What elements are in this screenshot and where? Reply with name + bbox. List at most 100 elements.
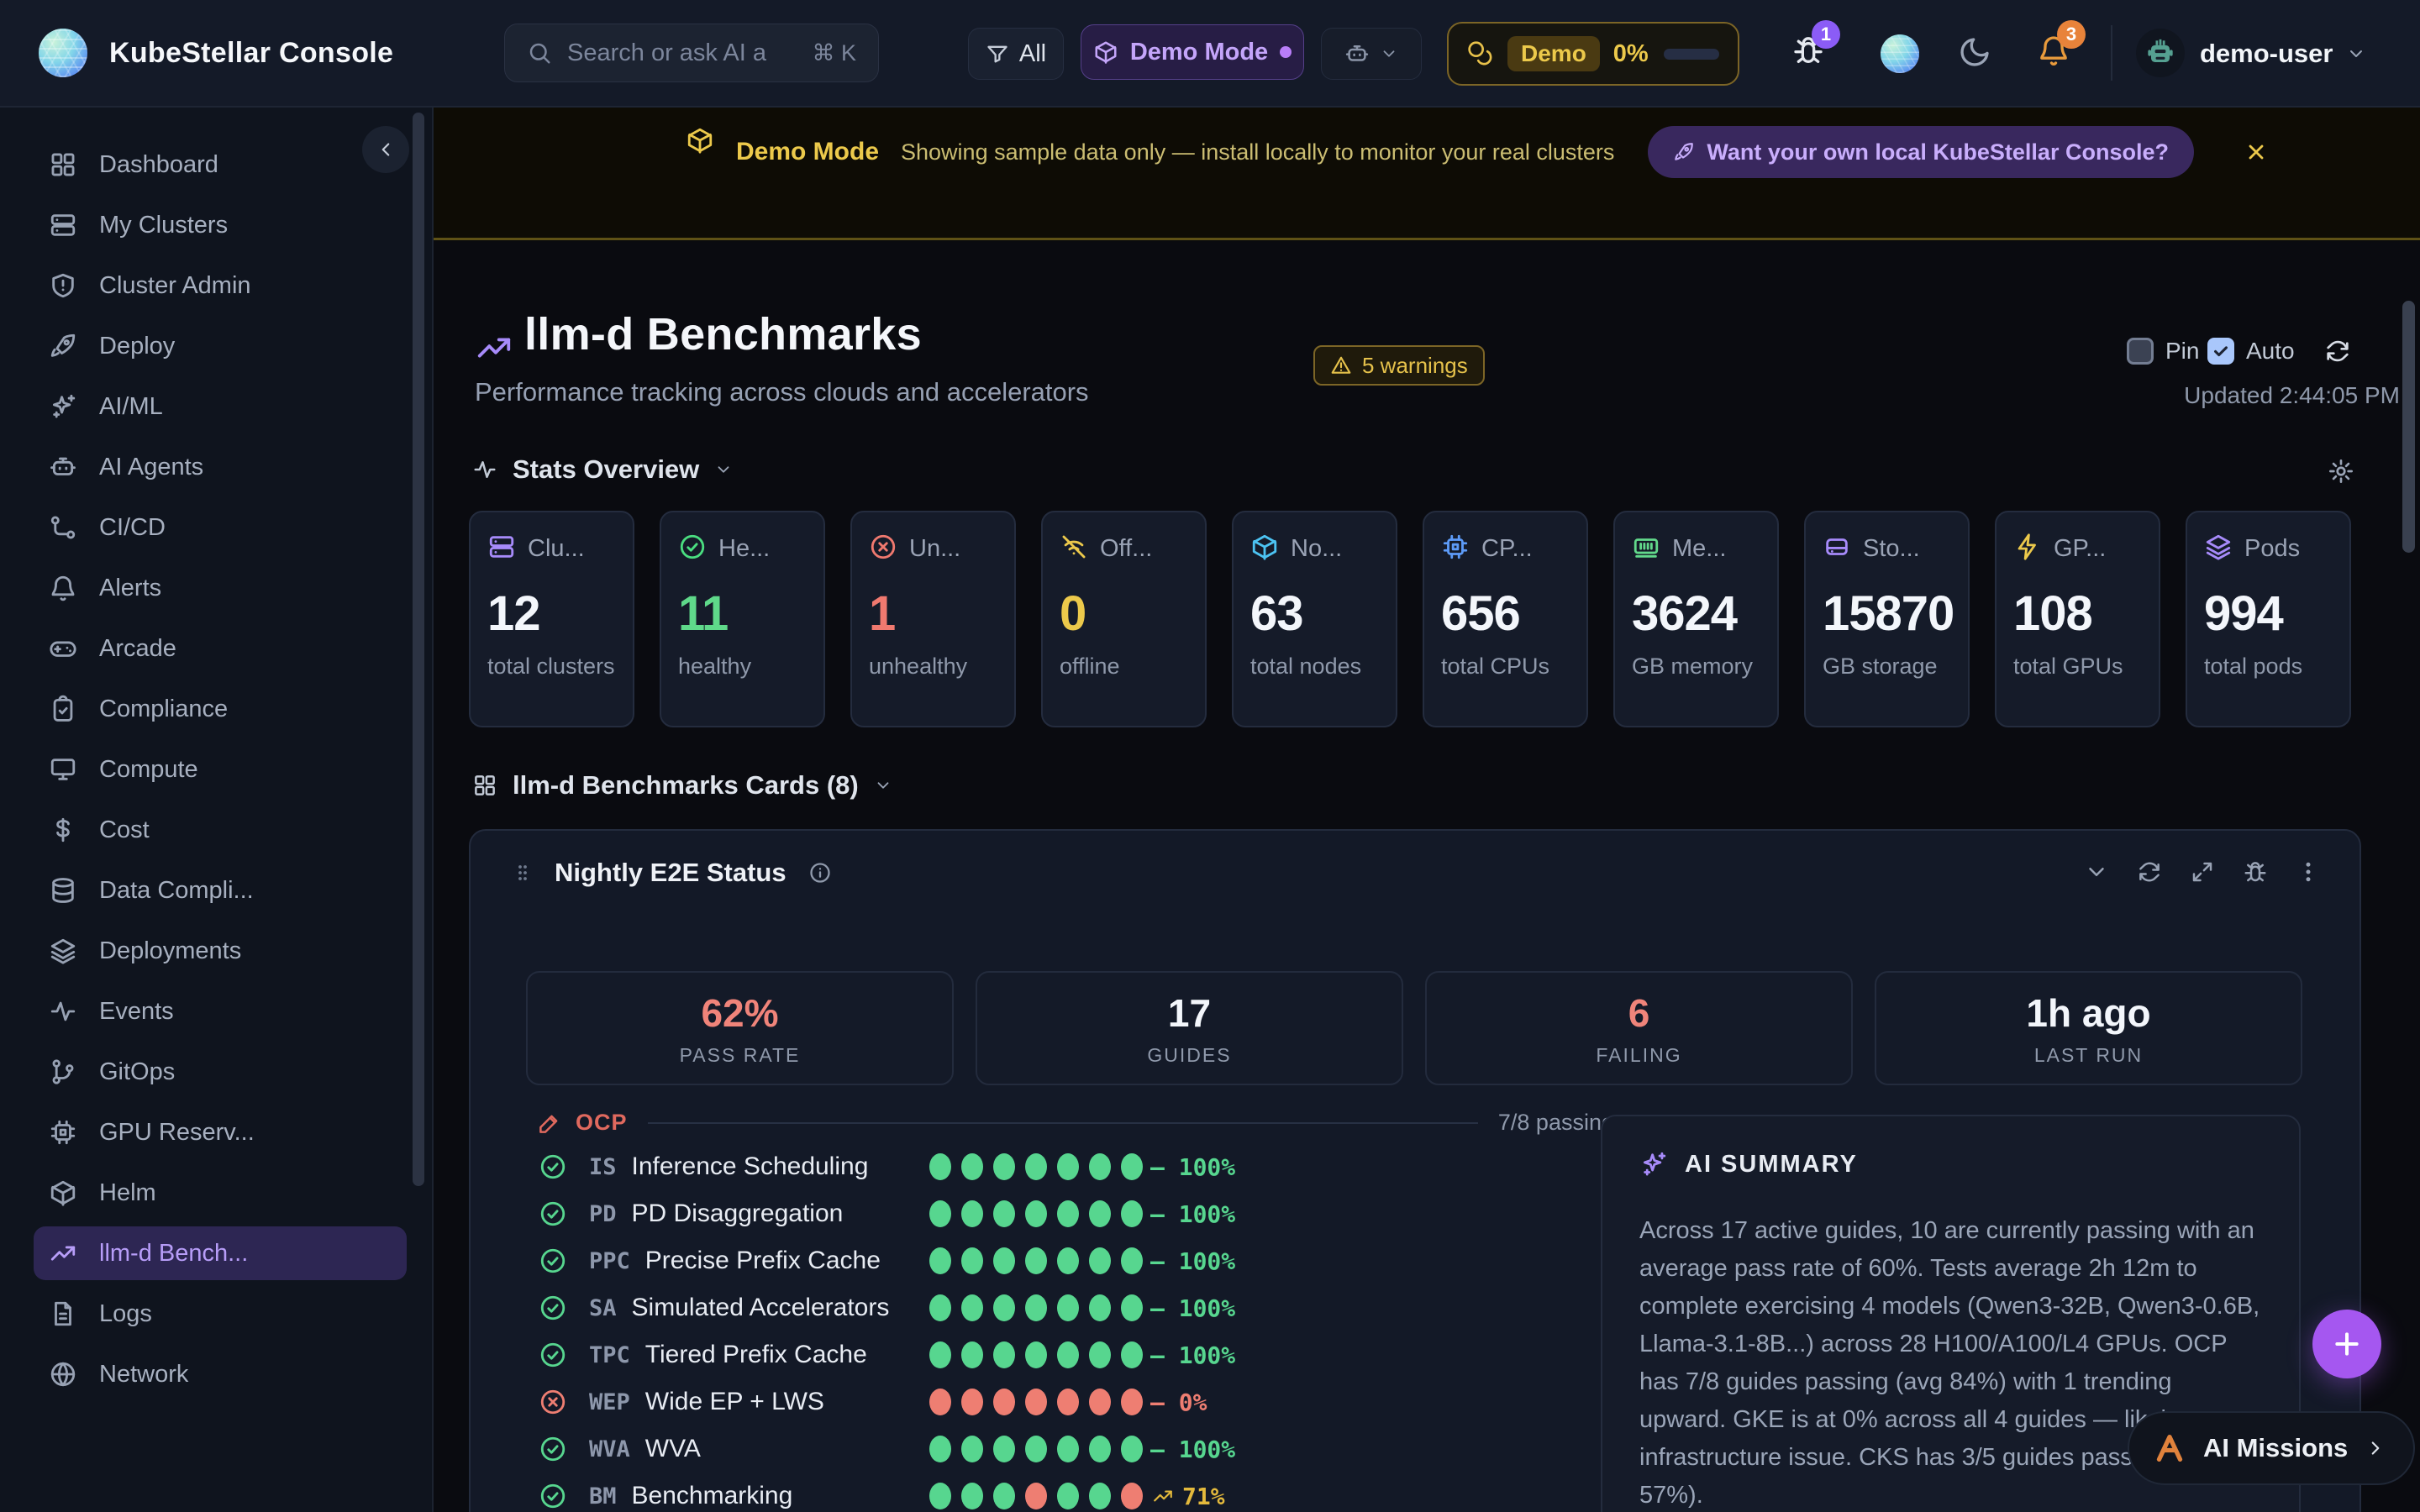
- agent-dropdown[interactable]: [1321, 28, 1422, 80]
- sidebar-scrollbar[interactable]: [413, 113, 424, 1186]
- token-usage-meter[interactable]: Demo 0%: [1447, 22, 1739, 86]
- sidebar-collapse-button[interactable]: [362, 126, 409, 173]
- close-icon: [2244, 140, 2268, 164]
- sidebar-item-cluster-admin[interactable]: Cluster Admin: [34, 259, 407, 312]
- stat-card-healthy[interactable]: He...11healthy: [660, 511, 825, 727]
- refresh-icon[interactable]: [2324, 338, 2351, 365]
- run-dot: [993, 1483, 1015, 1509]
- e2e-card-title: Nightly E2E Status: [555, 858, 786, 888]
- sidebar-item-my-clusters[interactable]: My Clusters: [34, 198, 407, 252]
- guide-row-bm[interactable]: BMBenchmarking71%: [537, 1473, 1621, 1512]
- sidebar-item-dashboard[interactable]: Dashboard: [34, 138, 407, 192]
- trending-up-icon: [1152, 1485, 1174, 1507]
- sidebar-item-events[interactable]: Events: [34, 984, 407, 1038]
- sidebar-item-cost[interactable]: Cost: [34, 803, 407, 857]
- guide-row-wva[interactable]: WVAWVA– 100%: [537, 1425, 1621, 1473]
- collapse-card-icon[interactable]: [2084, 859, 2109, 885]
- sidebar-item-gitops[interactable]: GitOps: [34, 1045, 407, 1099]
- run-dot: [993, 1153, 1015, 1180]
- pin-checkbox[interactable]: Pin: [2127, 338, 2199, 365]
- demo-mode-toggle[interactable]: Demo Mode: [1081, 24, 1304, 80]
- pin-checkbox-box[interactable]: [2127, 338, 2154, 365]
- filter-all-button[interactable]: All: [968, 28, 1064, 80]
- sidebar-item-label: My Clusters: [99, 212, 228, 239]
- sidebar-item-arcade[interactable]: Arcade: [34, 622, 407, 675]
- user-menu[interactable]: demo-user: [2200, 39, 2333, 69]
- file-text-icon: [49, 1299, 77, 1328]
- sidebar-item-network[interactable]: Network: [34, 1347, 407, 1401]
- guide-name: WVA: [645, 1435, 701, 1463]
- guide-row-tpc[interactable]: TPCTiered Prefix Cache– 100%: [537, 1331, 1621, 1378]
- sidebar-item-ai-agents[interactable]: AI Agents: [34, 440, 407, 494]
- kubestellar-mini-logo[interactable]: [1881, 34, 1919, 73]
- check-circle-icon: [539, 1435, 567, 1463]
- sidebar-item-ci-cd[interactable]: CI/CD: [34, 501, 407, 554]
- guide-name: Tiered Prefix Cache: [645, 1341, 867, 1369]
- stat-card-total-pods[interactable]: Pods994total pods: [2186, 511, 2351, 727]
- guide-row-wep[interactable]: WEPWide EP + LWS– 0%: [537, 1378, 1621, 1425]
- banner-cta-button[interactable]: Want your own local KubeStellar Console?: [1648, 126, 2194, 178]
- auto-checkbox[interactable]: Auto: [2207, 338, 2295, 365]
- sidebar-item-data-compli[interactable]: Data Compli...: [34, 864, 407, 917]
- stat-card-label: CP...: [1481, 535, 1533, 563]
- rocket-icon: [1673, 141, 1695, 163]
- gear-icon[interactable]: [2328, 458, 2354, 485]
- sidebar-item-gpu-reserv[interactable]: GPU Reserv...: [34, 1105, 407, 1159]
- benchmarks-cards-header[interactable]: llm-d Benchmarks Cards (8): [472, 770, 892, 801]
- drag-handle-icon[interactable]: [513, 858, 533, 887]
- expand-card-icon[interactable]: [2190, 859, 2215, 885]
- more-options-icon[interactable]: [2296, 859, 2321, 885]
- sidebar-item-logs[interactable]: Logs: [34, 1287, 407, 1341]
- stat-card-total-nodes[interactable]: No...63total nodes: [1232, 511, 1397, 727]
- theme-toggle-button[interactable]: [1958, 35, 1991, 69]
- banner-close-button[interactable]: [2244, 126, 2268, 178]
- stat-card-total-clusters[interactable]: Clu...12total clusters: [469, 511, 634, 727]
- info-icon[interactable]: [808, 861, 832, 885]
- stat-card-gb-storage[interactable]: Sto...15870GB storage: [1804, 511, 1970, 727]
- box-icon: [686, 126, 714, 155]
- refresh-card-icon[interactable]: [2137, 859, 2162, 885]
- run-dot: [1025, 1247, 1047, 1274]
- page-scrollbar[interactable]: [2402, 301, 2415, 553]
- notifications-button[interactable]: 3: [2037, 34, 2070, 67]
- page-subtitle: Performance tracking across clouds and a…: [475, 377, 1089, 407]
- token-demo-badge: Demo: [1507, 36, 1600, 71]
- stat-card-sublabel: GB memory: [1632, 652, 1760, 681]
- search-input[interactable]: Search or ask AI a ⌘ K: [504, 24, 879, 82]
- guide-row-is[interactable]: ISInference Scheduling– 100%: [537, 1143, 1621, 1190]
- stat-card-total-gpus[interactable]: GP...108total GPUs: [1995, 511, 2160, 727]
- debug-card-icon[interactable]: [2243, 859, 2268, 885]
- sidebar-item-ai-ml[interactable]: AI/ML: [34, 380, 407, 433]
- run-dot: [1121, 1341, 1143, 1368]
- stat-card-unhealthy[interactable]: Un...1unhealthy: [850, 511, 1016, 727]
- sidebar-item-compliance[interactable]: Compliance: [34, 682, 407, 736]
- run-dot: [961, 1294, 983, 1321]
- stat-card-gb-memory[interactable]: Me...3624GB memory: [1613, 511, 1779, 727]
- gamepad-icon: [49, 634, 77, 663]
- user-chevron-down-icon[interactable]: [2346, 44, 2366, 64]
- guide-pass-rate: – 100%: [1150, 1341, 1235, 1369]
- sidebar-item-deployments[interactable]: Deployments: [34, 924, 407, 978]
- run-dot: [929, 1483, 951, 1509]
- sidebar-item-alerts[interactable]: Alerts: [34, 561, 407, 615]
- kpi-value: 17: [1168, 990, 1211, 1036]
- run-dot: [1057, 1389, 1079, 1415]
- guide-row-ppc[interactable]: PPCPrecise Prefix Cache– 100%: [537, 1237, 1621, 1284]
- debug-button[interactable]: 1: [1791, 34, 1825, 67]
- add-fab-button[interactable]: [2312, 1310, 2381, 1378]
- sidebar-item-label: GitOps: [99, 1058, 175, 1086]
- ai-missions-button[interactable]: AI Missions: [2128, 1411, 2415, 1485]
- sidebar-item-compute[interactable]: Compute: [34, 743, 407, 796]
- guide-row-pd[interactable]: PDPD Disaggregation– 100%: [537, 1190, 1621, 1237]
- stats-overview-header[interactable]: Stats Overview: [472, 454, 733, 485]
- sidebar-item-llm-d-bench[interactable]: llm-d Bench...: [34, 1226, 407, 1280]
- sidebar-item-helm[interactable]: Helm: [34, 1166, 407, 1220]
- avatar[interactable]: [2136, 29, 2185, 77]
- guide-row-sa[interactable]: SASimulated Accelerators– 100%: [537, 1284, 1621, 1331]
- stat-card-total-cpus[interactable]: CP...656total CPUs: [1423, 511, 1588, 727]
- stat-card-offline[interactable]: Off...0offline: [1041, 511, 1207, 727]
- auto-checkbox-box[interactable]: [2207, 338, 2234, 365]
- stat-card-label: No...: [1291, 535, 1342, 563]
- sidebar-item-deploy[interactable]: Deploy: [34, 319, 407, 373]
- warnings-badge[interactable]: 5 warnings: [1313, 345, 1485, 386]
